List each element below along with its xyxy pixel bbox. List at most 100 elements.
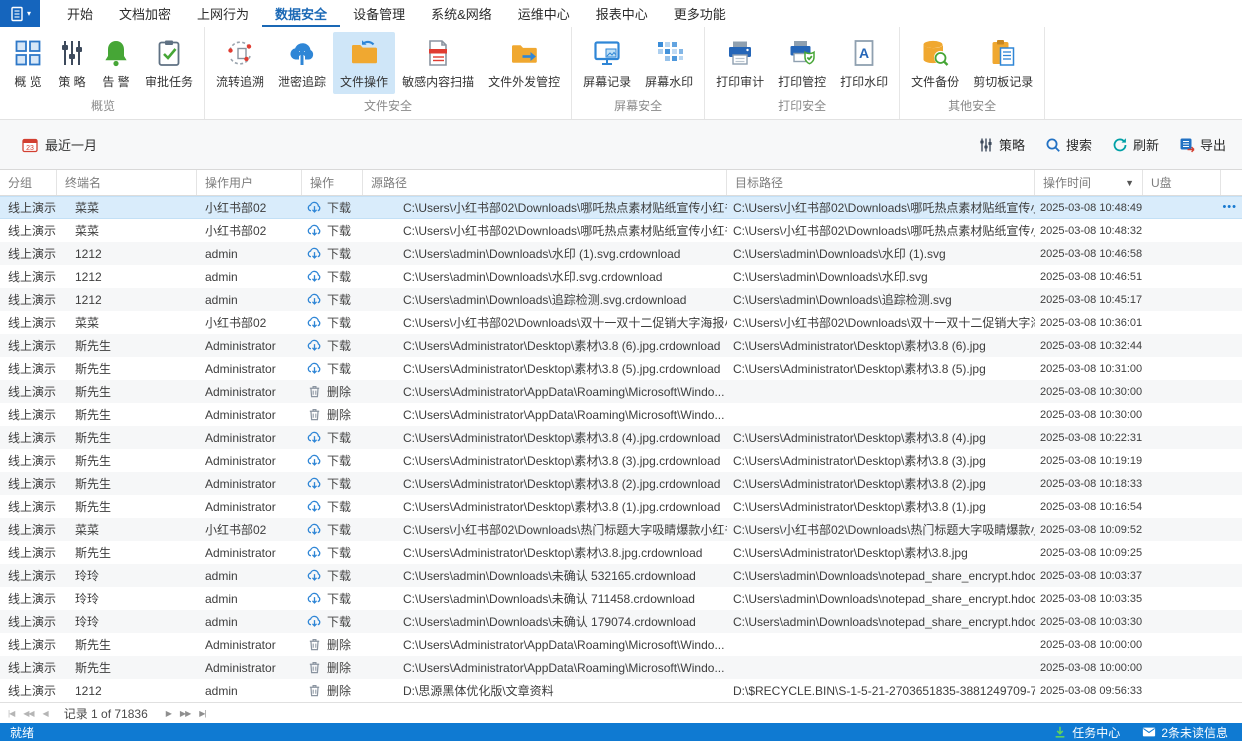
column-header[interactable]: 终端名 (57, 170, 197, 195)
calendar-icon: 23 (22, 137, 38, 153)
menu-tab-3[interactable]: 上网行为 (184, 0, 262, 27)
刷新-button[interactable]: 刷新 (1112, 135, 1159, 154)
menu-tab-6[interactable]: 系统&网络 (418, 0, 505, 27)
table-row[interactable]: 线上演示1212admin下载C:\Users\admin\Downloads\… (0, 288, 1242, 311)
table-row[interactable]: 线上演示斯先生Administrator下载C:\Users\Administr… (0, 472, 1242, 495)
cell-usb (1143, 564, 1221, 587)
cell-operation: 下载 (302, 311, 363, 334)
column-header[interactable]: 操作时间▼ (1035, 170, 1143, 195)
table-row[interactable]: 线上演示1212admin删除D:\思源黑体优化版\文章资料D:\$RECYCL… (0, 679, 1242, 702)
table-row[interactable]: 线上演示玲玲admin下载C:\Users\admin\Downloads\未确… (0, 610, 1242, 633)
table-row[interactable]: 线上演示菜菜小红书部02下载C:\Users\小红书部02\Downloads\… (0, 518, 1242, 541)
pager-prev-page-button[interactable]: ◀◀ (23, 709, 33, 718)
menu-tab-5[interactable]: 设备管理 (340, 0, 418, 27)
menu-tab-8[interactable]: 报表中心 (583, 0, 661, 27)
download-op-icon (307, 338, 322, 353)
table-row[interactable]: 线上演示斯先生Administrator删除C:\Users\Administr… (0, 656, 1242, 679)
cell-group: 线上演示 (0, 656, 57, 679)
策略-button[interactable]: 策略 (978, 135, 1025, 154)
ribbon-group: 概 览策 略告 警审批任务概览 (2, 27, 205, 119)
cell-user: Administrator (197, 541, 302, 564)
download-op-icon (307, 499, 322, 514)
ribbon-button[interactable]: 审批任务 (138, 32, 200, 94)
menu-tab-2[interactable]: 文档加密 (106, 0, 184, 27)
pager-last-button[interactable]: ▶| (199, 709, 205, 718)
svg-text:A: A (859, 45, 869, 61)
cell-time: 2025-03-08 09:56:33 (1035, 679, 1143, 702)
cell-source-path: C:\Users\Administrator\Desktop\素材\3.8 (3… (363, 449, 727, 472)
cell-source-path: C:\Users\Administrator\Desktop\素材\3.8 (4… (363, 426, 727, 449)
pager-next-button[interactable]: ▶ (166, 709, 171, 718)
menu-tab-7[interactable]: 运维中心 (505, 0, 583, 27)
table-row[interactable]: 线上演示菜菜小红书部02下载C:\Users\小红书部02\Downloads\… (0, 196, 1242, 219)
table-row[interactable]: 线上演示斯先生Administrator删除C:\Users\Administr… (0, 633, 1242, 656)
column-header[interactable]: 分组 (0, 170, 57, 195)
ribbon-button[interactable]: 敏感内容扫描 (395, 32, 481, 94)
pager-prev-button[interactable]: ◀ (43, 709, 48, 718)
menu-tab-1[interactable]: 开始 (54, 0, 106, 27)
ribbon-button[interactable]: 告 警 (94, 32, 138, 94)
cell-time: 2025-03-08 10:22:31 (1035, 426, 1143, 449)
cell-source-path: C:\Users\admin\Downloads\未确认 532165.crdo… (363, 564, 727, 587)
cell-usb (1143, 518, 1221, 541)
app-menu-button[interactable]: ▾ (0, 0, 40, 27)
table-row[interactable]: 线上演示斯先生Administrator下载C:\Users\Administr… (0, 449, 1242, 472)
cell-target-path: C:\Users\小红书部02\Downloads\哪吒热点素材贴纸宣传小红..… (727, 219, 1035, 242)
cell-usb (1143, 656, 1221, 679)
menu-tab-9[interactable]: 更多功能 (661, 0, 739, 27)
ribbon-button[interactable]: 策 略 (50, 32, 94, 94)
ribbon-button[interactable]: 流转追溯 (209, 32, 271, 94)
task-center-button[interactable]: 任务中心 (1053, 724, 1120, 741)
table-row[interactable]: 线上演示玲玲admin下载C:\Users\admin\Downloads\未确… (0, 564, 1242, 587)
table-row[interactable]: 线上演示玲玲admin下载C:\Users\admin\Downloads\未确… (0, 587, 1242, 610)
cell-operation: 下载 (302, 564, 363, 587)
table-row[interactable]: 线上演示斯先生Administrator下载C:\Users\Administr… (0, 495, 1242, 518)
table-row[interactable]: 线上演示斯先生Administrator删除C:\Users\Administr… (0, 380, 1242, 403)
ribbon-button[interactable]: 屏幕水印 (638, 32, 700, 94)
menu-tab-4[interactable]: 数据安全 (262, 0, 340, 27)
cell-terminal: 菜菜 (57, 196, 197, 219)
cell-user: Administrator (197, 656, 302, 679)
date-range-filter[interactable]: 23 最近一月 (22, 135, 97, 154)
ribbon-button[interactable]: 文件备份 (904, 32, 966, 94)
table-row[interactable]: 线上演示斯先生Administrator下载C:\Users\Administr… (0, 541, 1242, 564)
cell-source-path: C:\Users\Administrator\Desktop\素材\3.8 (5… (363, 357, 727, 380)
print-control-icon (787, 37, 817, 69)
table-row[interactable]: 线上演示斯先生Administrator删除C:\Users\Administr… (0, 403, 1242, 426)
ribbon-button[interactable]: 打印审计 (709, 32, 771, 94)
cell-user: admin (197, 288, 302, 311)
pager-first-button[interactable]: |◀ (8, 709, 14, 718)
ribbon-button[interactable]: 屏幕记录 (576, 32, 638, 94)
table-row[interactable]: 线上演示菜菜小红书部02下载C:\Users\小红书部02\Downloads\… (0, 219, 1242, 242)
column-header[interactable]: U盘 (1143, 170, 1221, 195)
status-bar-right: 任务中心 2条未读信息 (1053, 724, 1228, 741)
row-actions-button[interactable]: ••• (1222, 199, 1237, 215)
table-row[interactable]: 线上演示斯先生Administrator下载C:\Users\Administr… (0, 357, 1242, 380)
pager-next-page-button[interactable]: ▶▶ (180, 709, 190, 718)
ribbon-button[interactable]: 打印管控 (771, 32, 833, 94)
column-header[interactable]: 目标路径 (727, 170, 1035, 195)
cell-source-path: C:\Users\Administrator\Desktop\素材\3.8 (1… (363, 495, 727, 518)
filter-dropdown-icon[interactable]: ▼ (1125, 178, 1134, 188)
ribbon-button[interactable]: 泄密追踪 (271, 32, 333, 94)
column-header[interactable]: 操作用户 (197, 170, 302, 195)
unread-messages-button[interactable]: 2条未读信息 (1142, 724, 1228, 741)
ribbon-button[interactable]: A打印水印 (833, 32, 895, 94)
table-row[interactable]: 线上演示菜菜小红书部02下载C:\Users\小红书部02\Downloads\… (0, 311, 1242, 334)
ribbon-button[interactable]: 文件外发管控 (481, 32, 567, 94)
table-row[interactable]: 线上演示斯先生Administrator下载C:\Users\Administr… (0, 334, 1242, 357)
ribbon-button[interactable]: 文件操作 (333, 32, 395, 94)
导出-button[interactable]: 导出 (1179, 135, 1226, 154)
cell-gutter (1221, 587, 1242, 610)
ribbon-button[interactable]: 概 览 (6, 32, 50, 94)
table-row[interactable]: 线上演示斯先生Administrator下载C:\Users\Administr… (0, 426, 1242, 449)
column-header[interactable]: 源路径 (363, 170, 727, 195)
table-row[interactable]: 线上演示1212admin下载C:\Users\admin\Downloads\… (0, 242, 1242, 265)
搜索-button[interactable]: 搜索 (1045, 135, 1092, 154)
cell-user: Administrator (197, 357, 302, 380)
ribbon-button[interactable]: 剪切板记录 (966, 32, 1040, 94)
cell-gutter (1221, 541, 1242, 564)
column-header[interactable]: 操作 (302, 170, 363, 195)
column-header[interactable] (1221, 170, 1242, 195)
table-row[interactable]: 线上演示1212admin下载C:\Users\admin\Downloads\… (0, 265, 1242, 288)
